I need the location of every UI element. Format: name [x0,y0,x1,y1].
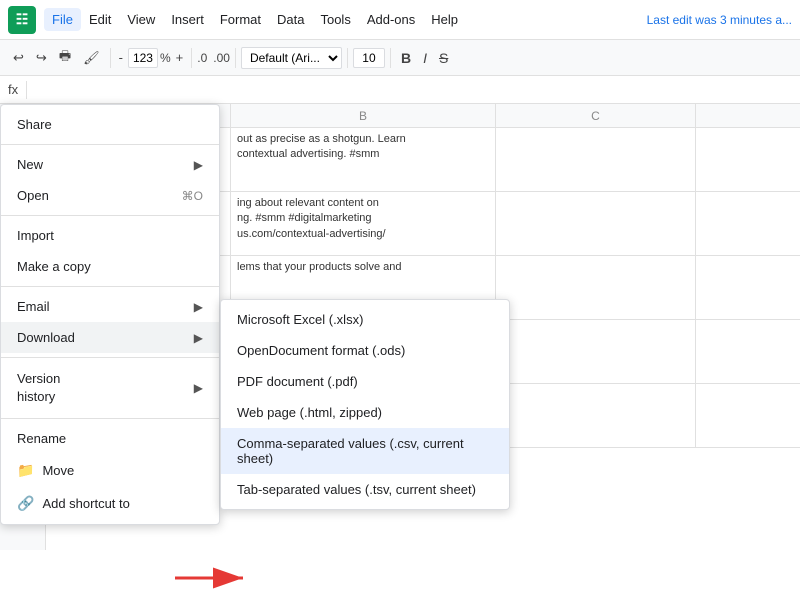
menu-item-email[interactable]: Email ▶ [1,291,219,322]
menu-edit[interactable]: Edit [81,8,119,31]
shortcut-open: ⌘O [182,189,203,203]
toolbar-zoom-out[interactable]: - [116,48,126,67]
toolbar: ↩ ↪ 🖶 🖌 - 123 % + .0 .00 Default (Ari...… [0,40,800,76]
strikethrough-button[interactable]: S [434,48,453,68]
arrow-icon-version: ▶ [194,381,203,395]
menu-item-version-history[interactable]: Versionhistory ▶ [1,362,219,414]
menu-item-download[interactable]: Download ▶ [1,322,219,353]
cell-1c[interactable] [496,128,696,191]
arrow-icon-email: ▶ [194,300,203,314]
menu-item-share[interactable]: Share [1,109,219,140]
formula-label: fx [8,82,18,97]
arrow-icon: ▶ [194,158,203,172]
move-folder-icon: 📁 [17,462,34,479]
menu-view[interactable]: View [119,8,163,31]
font-select[interactable]: Default (Ari... [241,47,342,69]
menu-bar: File Edit View Insert Format Data Tools … [44,8,647,31]
menu-item-new[interactable]: New ▶ [1,149,219,180]
menu-item-move[interactable]: 📁 Move [1,454,219,487]
col-header-c: C [496,104,696,127]
menu-format[interactable]: Format [212,8,269,31]
menu-item-import[interactable]: Import [1,220,219,251]
cell-2b[interactable]: ing about relevant content onng. #smm #d… [231,192,496,255]
cell-3c[interactable] [496,256,696,319]
formula-bar: fx [0,76,800,104]
bold-button[interactable]: B [396,48,416,68]
cell-5c[interactable] [496,384,696,447]
download-submenu: Microsoft Excel (.xlsx) OpenDocument for… [220,299,510,510]
submenu-item-csv[interactable]: Comma-separated values (.csv, current sh… [221,428,509,474]
menu-item-rename[interactable]: Rename [1,423,219,454]
cell-4c[interactable] [496,320,696,383]
menu-file[interactable]: File [44,8,81,31]
cell-2c[interactable] [496,192,696,255]
zoom-percent: % [160,51,171,65]
main-area: 1 2 3 4 5 B C Mo...ho...#dht out as prec… [0,104,800,550]
col-header-b: B [231,104,496,127]
toolbar-undo[interactable]: ↩ [8,48,29,68]
italic-button[interactable]: I [418,48,432,68]
submenu-item-pdf[interactable]: PDF document (.pdf) [221,366,509,397]
decimal-format2: .00 [213,51,230,65]
menu-item-make-copy[interactable]: Make a copy [1,251,219,282]
submenu-item-ods[interactable]: OpenDocument format (.ods) [221,335,509,366]
toolbar-redo[interactable]: ↪ [31,48,52,68]
cell-1b[interactable]: out as precise as a shotgun. Learncontex… [231,128,496,191]
toolbar-print[interactable]: 🖶 [54,45,76,71]
sheets-logo: ☷ [8,6,36,34]
menu-insert[interactable]: Insert [163,8,212,31]
toolbar-zoom-in[interactable]: + [173,48,187,67]
toolbar-format-paint[interactable]: 🖌 [78,48,105,68]
menu-addons[interactable]: Add-ons [359,8,423,31]
zoom-level: 123 [128,48,158,68]
shortcut-icon: 🔗 [17,495,34,512]
menu-help[interactable]: Help [423,8,466,31]
arrow-icon-download: ▶ [194,331,203,345]
file-menu-dropdown: Share New ▶ Open ⌘O Import Make a copy E… [0,104,220,525]
submenu-item-tsv[interactable]: Tab-separated values (.tsv, current shee… [221,474,509,505]
arrow-indicator [175,564,255,595]
last-edit-status: Last edit was 3 minutes a... [647,13,792,27]
submenu-item-xlsx[interactable]: Microsoft Excel (.xlsx) [221,304,509,335]
font-size-input[interactable] [353,48,385,68]
menu-tools[interactable]: Tools [312,8,358,31]
menu-item-add-shortcut[interactable]: 🔗 Add shortcut to [1,487,219,520]
formula-input[interactable] [35,82,792,97]
decimal-format0: .0 [197,51,207,65]
menu-item-open[interactable]: Open ⌘O [1,180,219,211]
submenu-item-html[interactable]: Web page (.html, zipped) [221,397,509,428]
menu-data[interactable]: Data [269,8,312,31]
